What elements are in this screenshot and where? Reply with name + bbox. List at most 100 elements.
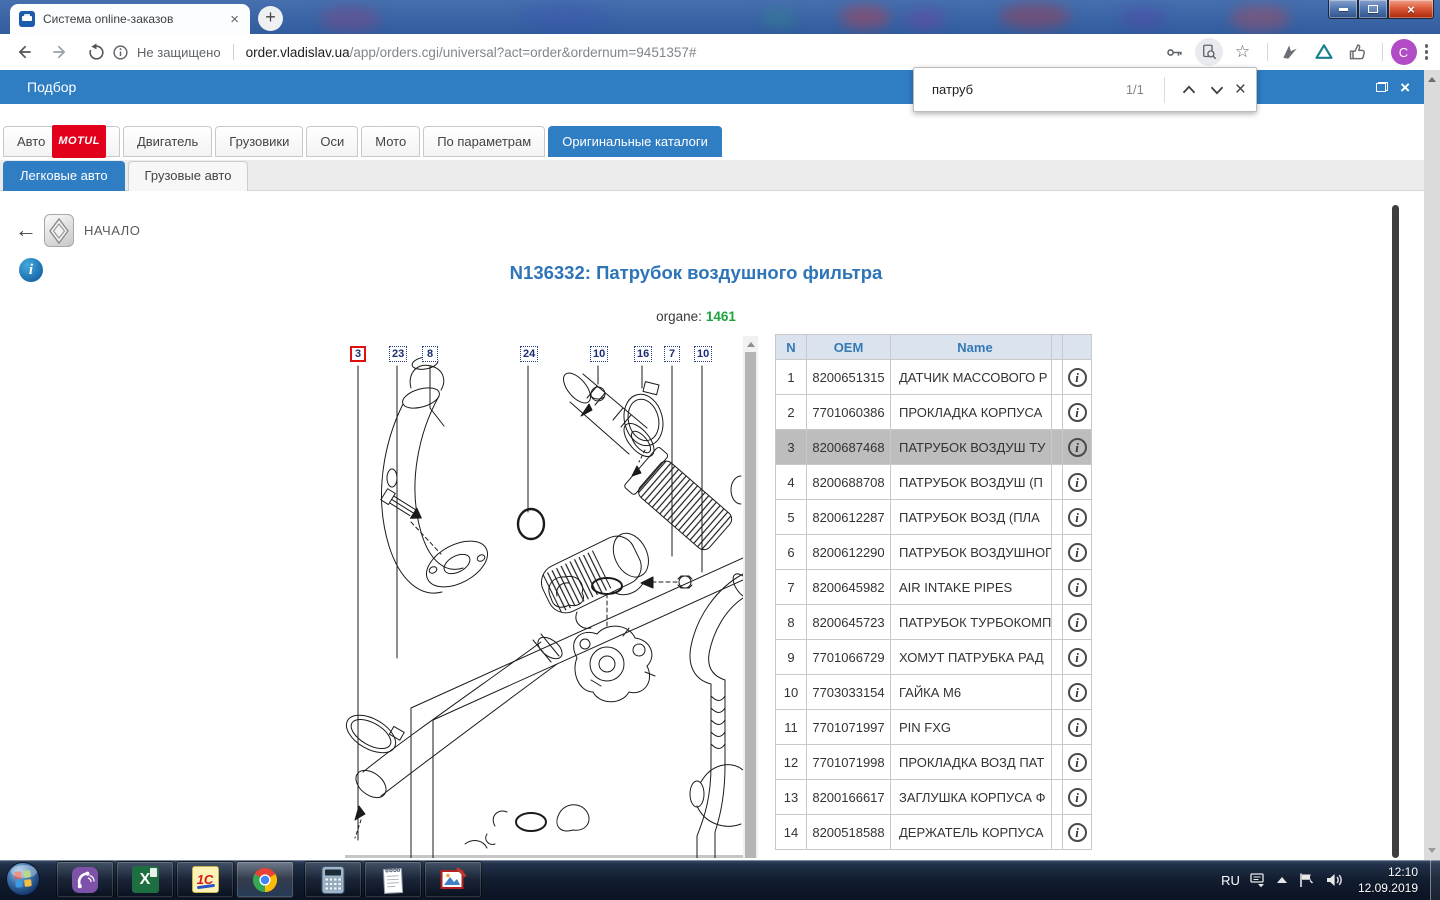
diagram-callout-16[interactable]: 16 bbox=[634, 346, 652, 362]
cell-info: i bbox=[1063, 360, 1092, 395]
window-minimize-button[interactable] bbox=[1328, 0, 1358, 19]
taskbar-excel-button[interactable]: X bbox=[116, 861, 174, 898]
site-info-icon[interactable] bbox=[112, 44, 129, 61]
subtab-2[interactable]: Грузовые авто bbox=[128, 161, 249, 191]
taskbar-chrome-button[interactable] bbox=[236, 861, 294, 898]
table-row[interactable]: 127701071998ПРОКЛАДКА ВОЗД ПАТi bbox=[776, 745, 1092, 780]
extension-button-1[interactable] bbox=[1276, 38, 1304, 66]
tab-3[interactable]: Грузовики bbox=[215, 126, 303, 157]
scroll-up-arrow-icon[interactable] bbox=[1428, 77, 1436, 82]
info-icon[interactable]: i bbox=[1068, 403, 1087, 422]
info-icon[interactable]: i bbox=[1068, 823, 1087, 842]
diagram-callout-7[interactable]: 7 bbox=[664, 346, 680, 362]
table-row[interactable]: 107703033154ГАЙКА М6i bbox=[776, 675, 1092, 710]
back-button[interactable] bbox=[12, 40, 36, 64]
table-row[interactable]: 68200612290ПАТРУБОК ВОЗДУШНОГi bbox=[776, 535, 1092, 570]
table-row[interactable]: 27701060386ПРОКЛАДКА КОРПУСАi bbox=[776, 395, 1092, 430]
tab-7[interactable]: Оригинальные каталоги bbox=[548, 126, 722, 157]
table-row[interactable]: 78200645982AIR INTAKE PIPESi bbox=[776, 570, 1092, 605]
reload-button[interactable] bbox=[84, 40, 108, 64]
window-close-button[interactable]: × bbox=[1388, 0, 1434, 19]
content-scrollbar-thumb[interactable] bbox=[1392, 205, 1399, 858]
table-row[interactable]: 58200612287ПАТРУБОК ВОЗД (ПЛАi bbox=[776, 500, 1092, 535]
scroll-up-arrow-icon[interactable] bbox=[747, 342, 755, 347]
find-close-button[interactable]: × bbox=[1235, 79, 1246, 101]
bookmark-star-button[interactable]: ☆ bbox=[1229, 38, 1257, 66]
page-scrollbar[interactable] bbox=[1424, 70, 1440, 860]
info-icon[interactable]: i bbox=[1068, 613, 1087, 632]
extension-button-3[interactable] bbox=[1344, 38, 1372, 66]
profile-avatar[interactable]: C bbox=[1391, 39, 1417, 65]
taskbar-viber-button[interactable] bbox=[56, 861, 114, 898]
table-row[interactable]: 97701066729ХОМУТ ПАТРУБКА РАДi bbox=[776, 640, 1092, 675]
table-row[interactable]: 18200651315ДАТЧИК МАССОВОГО Рi bbox=[776, 360, 1092, 395]
renault-logo[interactable] bbox=[44, 214, 74, 247]
keyboard-layout-button[interactable] bbox=[1250, 873, 1266, 888]
browser-menu-button[interactable] bbox=[1425, 44, 1429, 60]
table-row[interactable]: 148200518588ДЕРЖАТЕЛЬ КОРПУСАi bbox=[776, 815, 1092, 850]
diagram-callout-23[interactable]: 23 bbox=[389, 346, 407, 362]
info-icon[interactable]: i bbox=[1068, 368, 1087, 387]
info-icon[interactable]: i bbox=[1068, 648, 1087, 667]
forward-button[interactable] bbox=[48, 40, 72, 64]
catalog-back-button[interactable]: ← bbox=[15, 217, 37, 243]
taskbar-calculator-button[interactable] bbox=[304, 861, 362, 898]
table-row[interactable]: 38200687468ПАТРУБОК ВОЗДУШ ТУi bbox=[776, 430, 1092, 465]
cell-n: 9 bbox=[776, 640, 807, 675]
diagram-callout-10[interactable]: 10 bbox=[694, 346, 712, 362]
address-bar[interactable]: Не защищено order.vladislav.ua/app/order… bbox=[112, 34, 696, 70]
table-row[interactable]: 48200688708ПАТРУБОК ВОЗДУШ (Пi bbox=[776, 465, 1092, 500]
volume-button[interactable] bbox=[1325, 872, 1343, 888]
diagram-callout-3[interactable]: 3 bbox=[350, 346, 366, 362]
info-icon[interactable]: i bbox=[1068, 473, 1087, 492]
taskbar-notepad-button[interactable] bbox=[364, 861, 422, 898]
app-close-icon[interactable]: × bbox=[1400, 79, 1410, 96]
diagram-scrollbar-thumb[interactable] bbox=[745, 352, 756, 858]
table-row[interactable]: 117701071997PIN FXGi bbox=[776, 710, 1092, 745]
find-previous-button[interactable] bbox=[1175, 76, 1203, 104]
new-tab-button[interactable]: + bbox=[258, 6, 283, 31]
extension-button-2[interactable] bbox=[1310, 38, 1338, 66]
diagram-callout-10[interactable]: 10 bbox=[590, 346, 608, 362]
tab-6[interactable]: По параметрам bbox=[423, 126, 545, 157]
show-desktop-button[interactable] bbox=[1430, 860, 1440, 900]
taskbar-1c-button[interactable]: 1С bbox=[176, 861, 234, 898]
diagram-callout-8[interactable]: 8 bbox=[422, 346, 438, 362]
tab-close-icon[interactable]: × bbox=[228, 12, 241, 27]
find-next-button[interactable] bbox=[1203, 76, 1231, 104]
breadcrumb[interactable]: НАЧАЛО bbox=[84, 223, 140, 238]
table-row[interactable]: 138200166617ЗАГЛУШКА КОРПУСА Фi bbox=[776, 780, 1092, 815]
start-button[interactable] bbox=[6, 862, 40, 896]
password-key-button[interactable] bbox=[1161, 38, 1189, 66]
info-icon[interactable]: i bbox=[1068, 508, 1087, 527]
info-icon[interactable]: i bbox=[1068, 788, 1087, 807]
parts-diagram[interactable]: 3 23 8 24 10 16 7 10 bbox=[345, 336, 743, 858]
table-row[interactable]: 88200645723ПАТРУБОК ТУРБОКОМПi bbox=[776, 605, 1092, 640]
tab-2[interactable]: Двигатель bbox=[123, 126, 212, 157]
taskbar-picture-manager-button[interactable] bbox=[424, 861, 482, 898]
app-restore-icon[interactable] bbox=[1376, 82, 1388, 92]
find-bar[interactable]: патруб 1/1 × bbox=[913, 67, 1257, 112]
diagram-callout-24[interactable]: 24 bbox=[520, 346, 538, 362]
show-hidden-icons-button[interactable] bbox=[1277, 877, 1287, 883]
info-icon[interactable]: i bbox=[1068, 718, 1087, 737]
tab-4[interactable]: Оси bbox=[306, 126, 358, 157]
tab-5[interactable]: Мото bbox=[361, 126, 420, 157]
subtab-1[interactable]: Легковые авто bbox=[3, 161, 125, 191]
key-icon bbox=[1165, 43, 1184, 62]
browser-tab[interactable]: Система online-заказов × bbox=[10, 4, 250, 34]
clock[interactable]: 12:10 12.09.2019 bbox=[1358, 864, 1418, 896]
tab-1[interactable]: АвтоMOTUL bbox=[3, 126, 120, 157]
diagram-scrollbar[interactable] bbox=[743, 336, 758, 858]
find-in-page-button[interactable] bbox=[1195, 38, 1223, 66]
window-maximize-button[interactable] bbox=[1358, 0, 1388, 19]
scroll-down-arrow-icon[interactable] bbox=[1428, 848, 1436, 853]
action-center-button[interactable] bbox=[1298, 872, 1314, 888]
language-indicator[interactable]: RU bbox=[1221, 873, 1240, 888]
info-icon[interactable]: i bbox=[1068, 753, 1087, 772]
info-icon[interactable]: i bbox=[1068, 438, 1087, 457]
info-icon[interactable]: i bbox=[1068, 543, 1087, 562]
find-query-input[interactable]: патруб bbox=[932, 82, 1126, 97]
info-icon[interactable]: i bbox=[1068, 578, 1087, 597]
info-icon[interactable]: i bbox=[1068, 683, 1087, 702]
